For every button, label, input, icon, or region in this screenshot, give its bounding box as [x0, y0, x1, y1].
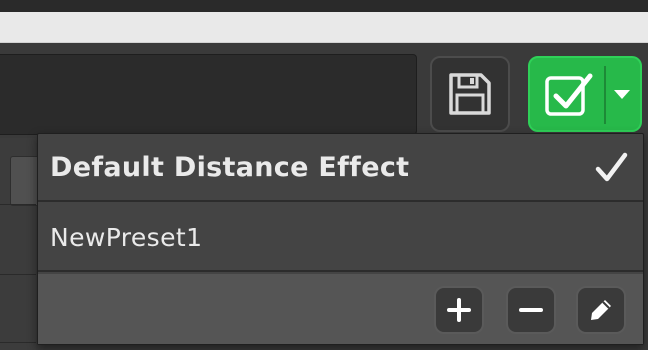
preset-item-newpreset1[interactable]: NewPreset1 [38, 204, 643, 272]
left-column-cell[interactable] [10, 156, 37, 206]
checkmark-icon [595, 152, 628, 182]
plus-icon [447, 298, 471, 322]
preset-menu-footer [38, 274, 643, 344]
minus-icon [519, 308, 543, 312]
header-bar [0, 12, 648, 43]
add-preset-button[interactable] [434, 286, 484, 334]
caret-down-icon[interactable] [614, 90, 630, 99]
floppy-disk-icon [449, 73, 491, 115]
remove-preset-button[interactable] [506, 286, 556, 334]
left-column-divider [0, 274, 36, 275]
left-column-divider [0, 204, 36, 205]
apply-button-divider [604, 66, 606, 124]
left-column-divider [0, 342, 36, 343]
window-top-strip [0, 0, 648, 12]
preset-item-label: NewPreset1 [50, 222, 203, 252]
name-field[interactable] [0, 54, 417, 135]
apply-icon-wrap[interactable] [542, 68, 596, 122]
checkbox-check-icon [545, 73, 593, 116]
rename-preset-button[interactable] [576, 286, 626, 334]
preset-item-label: Default Distance Effect [50, 151, 410, 183]
save-button[interactable] [430, 56, 510, 132]
apply-preset-button[interactable] [528, 56, 642, 132]
preset-item-default[interactable]: Default Distance Effect [38, 134, 643, 202]
left-column [0, 138, 37, 350]
preset-dropdown-menu: Default Distance Effect NewPreset1 [37, 133, 644, 345]
pencil-icon [591, 300, 611, 320]
